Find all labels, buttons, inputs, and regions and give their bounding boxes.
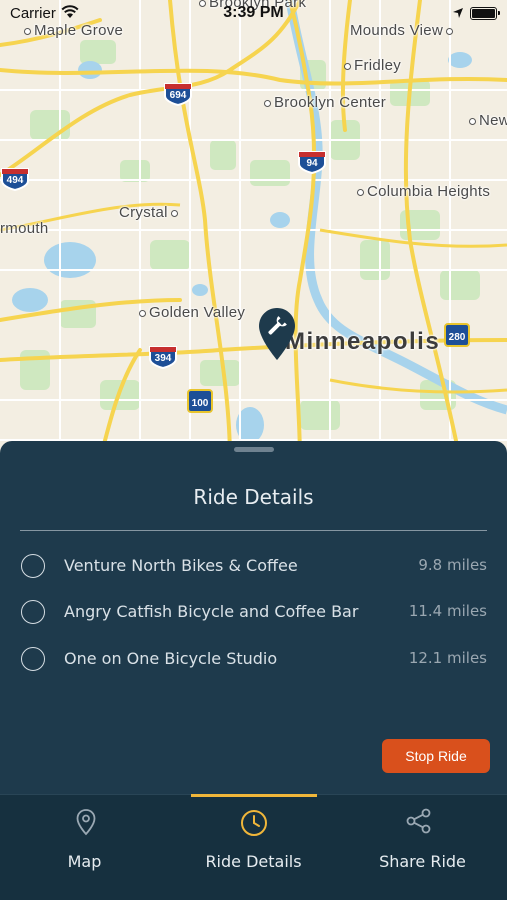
tab-map[interactable]: Map — [0, 795, 169, 900]
interstate-694-shield: 694 — [163, 82, 193, 107]
route-100-shield: 100 — [187, 389, 213, 413]
battery-icon — [470, 7, 500, 20]
shop-name: One on One Bicycle Studio — [64, 649, 278, 668]
shop-distance: 9.8 miles — [418, 556, 487, 574]
tab-share-ride[interactable]: Share Ride — [338, 795, 507, 900]
map-label-brooklyn-center: Brooklyn Center — [264, 94, 386, 111]
panel-title: Ride Details — [193, 485, 314, 509]
map-label-crystal: Crystal — [119, 204, 181, 221]
map-label-minneapolis: Minneapolis — [285, 328, 441, 355]
shop-name: Venture North Bikes & Coffee — [64, 556, 298, 575]
ride-details-panel: Ride Details Venture North Bikes & Coffe… — [0, 441, 507, 794]
map-background — [0, 0, 507, 460]
status-bar: Carrier 3:39 PM — [0, 0, 507, 28]
map-label-plymouth: rmouth — [0, 220, 49, 237]
map-label-fridley: Fridley — [344, 57, 401, 74]
shop-row[interactable]: One on One Bicycle Studio 12.1 miles — [0, 639, 507, 679]
radio-button[interactable] — [21, 600, 45, 624]
route-280-shield: 280 — [444, 323, 470, 347]
map-view[interactable]: Carrier 3:39 PM Brooklyn Park Maple Grov… — [0, 0, 507, 460]
shop-distance: 11.4 miles — [408, 602, 487, 620]
map-label-new: New — [469, 112, 507, 129]
shop-row[interactable]: Venture North Bikes & Coffee 9.8 miles — [0, 546, 507, 586]
tab-ride-details[interactable]: Ride Details — [169, 795, 338, 900]
interstate-94-shield: 94 — [297, 150, 327, 175]
shop-distance: 12.1 miles — [408, 649, 487, 667]
divider — [20, 530, 487, 531]
location-arrow-icon — [453, 8, 463, 18]
radio-button[interactable] — [21, 647, 45, 671]
drag-handle[interactable] — [234, 447, 274, 452]
stop-ride-button[interactable]: Stop Ride — [382, 739, 490, 773]
tab-label: Share Ride — [379, 852, 466, 871]
clock: 3:39 PM — [223, 4, 284, 21]
clock-icon — [241, 810, 267, 836]
tab-label: Ride Details — [205, 852, 302, 871]
map-label-columbia-heights: Columbia Heights — [357, 183, 490, 200]
tab-label: Map — [67, 852, 102, 871]
map-label-golden-valley: Golden Valley — [139, 304, 245, 321]
interstate-394-shield: 394 — [148, 345, 178, 370]
radio-button[interactable] — [21, 554, 45, 578]
wrench-pin-marker[interactable] — [258, 307, 296, 361]
share-icon — [406, 808, 431, 834]
interstate-494-shield: 494 — [0, 167, 30, 192]
map-pin-icon — [76, 809, 96, 836]
shop-row[interactable]: Angry Catfish Bicycle and Coffee Bar 11.… — [0, 592, 507, 632]
shop-name: Angry Catfish Bicycle and Coffee Bar — [64, 602, 359, 621]
tab-bar: Map Ride Details Share Ride — [0, 794, 507, 900]
